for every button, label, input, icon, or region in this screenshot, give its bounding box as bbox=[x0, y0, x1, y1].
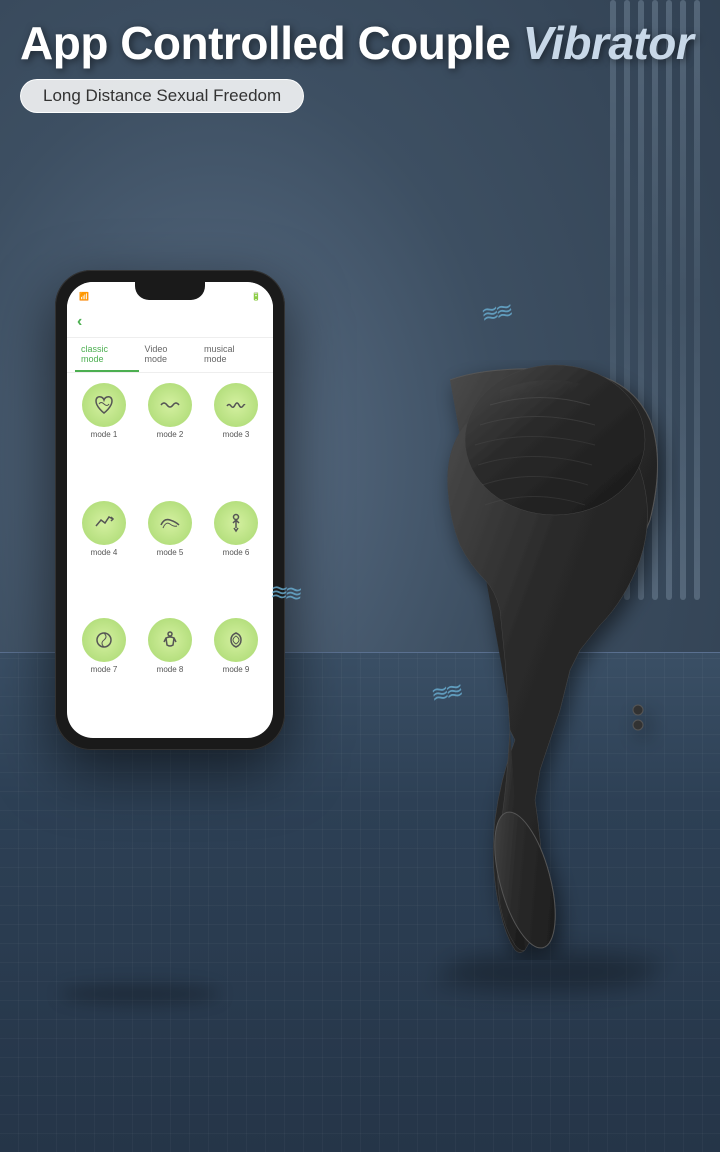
tab-label-classic: classic mode bbox=[81, 344, 108, 364]
title-section: App Controlled Couple Vibrator Long Dist… bbox=[0, 18, 720, 113]
list-item[interactable]: mode 7 bbox=[75, 618, 133, 728]
mode-7-label: mode 7 bbox=[91, 665, 118, 674]
mode-8-label: mode 8 bbox=[157, 665, 184, 674]
list-item[interactable]: mode 3 bbox=[207, 383, 265, 493]
tab-video-mode[interactable]: Video mode bbox=[139, 338, 198, 372]
list-item[interactable]: mode 1 bbox=[75, 383, 133, 493]
mode-7-icon bbox=[82, 618, 126, 662]
tab-label-video: Video mode bbox=[145, 344, 168, 364]
mode-3-icon bbox=[214, 383, 258, 427]
mode-3-label: mode 3 bbox=[223, 430, 250, 439]
tab-classic-mode[interactable]: classic mode bbox=[75, 338, 139, 372]
mode-6-label: mode 6 bbox=[223, 548, 250, 557]
title-line1: App Controlled Couple bbox=[20, 17, 510, 69]
title-line2: Vibrator bbox=[523, 17, 694, 69]
list-item[interactable]: mode 6 bbox=[207, 501, 265, 611]
list-item[interactable]: mode 9 bbox=[207, 618, 265, 728]
tab-musical-mode[interactable]: musical mode bbox=[198, 338, 265, 372]
vibration-wave-3: ≋≋ bbox=[269, 579, 300, 607]
list-item[interactable]: mode 8 bbox=[141, 618, 199, 728]
phone-shadow bbox=[60, 984, 220, 1004]
mode-9-label: mode 9 bbox=[223, 665, 250, 674]
device-container bbox=[370, 360, 690, 960]
mode-8-icon bbox=[148, 618, 192, 662]
phone-nav-bar: ‹ bbox=[67, 306, 273, 338]
phone-screen: 📶 2:00 🔋 ‹ classic mode Video mode music… bbox=[67, 282, 273, 738]
mode-5-icon bbox=[148, 501, 192, 545]
mode-4-label: mode 4 bbox=[91, 548, 118, 557]
tab-label-musical: musical mode bbox=[204, 344, 235, 364]
battery-icon: 🔋 bbox=[251, 292, 261, 301]
subtitle-text: Long Distance Sexual Freedom bbox=[43, 86, 281, 105]
mode-2-label: mode 2 bbox=[157, 430, 184, 439]
mode-1-label: mode 1 bbox=[91, 430, 118, 439]
subtitle-pill: Long Distance Sexual Freedom bbox=[20, 79, 304, 113]
signal-icon: 📶 bbox=[79, 292, 89, 301]
modes-grid: mode 1 mode 2 mode 3 bbox=[67, 373, 273, 738]
back-arrow-icon[interactable]: ‹ bbox=[77, 313, 82, 331]
mode-4-icon bbox=[82, 501, 126, 545]
vibration-wave-1: ≋≋ bbox=[479, 298, 512, 329]
mode-6-icon bbox=[214, 501, 258, 545]
mode-9-icon bbox=[214, 618, 258, 662]
phone-outer: 📶 2:00 🔋 ‹ classic mode Video mode music… bbox=[55, 270, 285, 750]
phone-mockup: 📶 2:00 🔋 ‹ classic mode Video mode music… bbox=[55, 270, 285, 750]
phone-notch bbox=[135, 282, 205, 300]
phone-tabs: classic mode Video mode musical mode bbox=[67, 338, 273, 373]
list-item[interactable]: mode 5 bbox=[141, 501, 199, 611]
main-title: App Controlled Couple Vibrator bbox=[20, 18, 700, 69]
list-item[interactable]: mode 4 bbox=[75, 501, 133, 611]
mode-5-label: mode 5 bbox=[157, 548, 184, 557]
list-item[interactable]: mode 2 bbox=[141, 383, 199, 493]
mode-2-icon bbox=[148, 383, 192, 427]
mode-1-icon bbox=[82, 383, 126, 427]
device-svg bbox=[370, 360, 690, 960]
